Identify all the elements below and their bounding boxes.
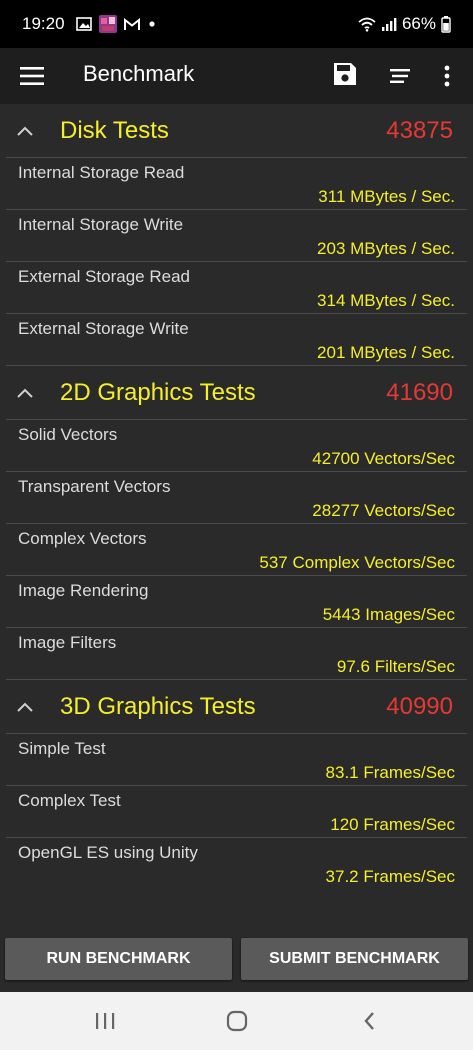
section-score: 43875 bbox=[386, 117, 453, 144]
result-row: Internal Storage Read 311 MBytes / Sec. bbox=[6, 158, 467, 210]
result-label: Solid Vectors bbox=[18, 425, 118, 444]
section-title: 2D Graphics Tests bbox=[60, 379, 256, 406]
result-value: 311 MBytes / Sec. bbox=[318, 187, 455, 206]
section-title: Disk Tests bbox=[60, 117, 169, 144]
result-value: 201 MBytes / Sec. bbox=[317, 343, 455, 362]
status-time: 19:20 bbox=[22, 14, 65, 33]
result-row: OpenGL ES using Unity 37.2 Frames/Sec bbox=[6, 838, 467, 890]
result-label: OpenGL ES using Unity bbox=[18, 843, 198, 862]
menu-icon[interactable] bbox=[20, 64, 44, 88]
system-nav-bar bbox=[0, 992, 473, 1050]
result-value: 42700 Vectors/Sec bbox=[312, 449, 455, 468]
signal-icon bbox=[381, 17, 397, 32]
wifi-icon bbox=[358, 17, 376, 32]
benchmark-results: Disk Tests 43875 Internal Storage Read 3… bbox=[0, 104, 473, 930]
result-value: 203 MBytes / Sec. bbox=[317, 239, 455, 258]
section-score: 40990 bbox=[386, 693, 453, 720]
section-title: 3D Graphics Tests bbox=[60, 693, 256, 720]
action-bar: RUN BENCHMARK SUBMIT BENCHMARK bbox=[0, 930, 473, 992]
battery-icon bbox=[441, 15, 451, 33]
result-row: Solid Vectors 42700 Vectors/Sec bbox=[6, 420, 467, 472]
result-row: Internal Storage Write 203 MBytes / Sec. bbox=[6, 210, 467, 262]
status-bar: 19:20 66% bbox=[0, 0, 473, 48]
chevron-up-icon[interactable] bbox=[16, 700, 34, 712]
result-row: Image Rendering 5443 Images/Sec bbox=[6, 576, 467, 628]
result-value: 97.6 Filters/Sec bbox=[336, 657, 455, 676]
section-header-disk-tests[interactable]: Disk Tests 43875 bbox=[6, 104, 467, 158]
result-label: Internal Storage Write bbox=[18, 215, 184, 234]
result-value: 120 Frames/Sec bbox=[330, 815, 455, 834]
app-thumbnail-icon bbox=[98, 15, 117, 33]
result-label: Internal Storage Read bbox=[18, 163, 185, 182]
recent-apps-icon[interactable] bbox=[94, 1011, 116, 1031]
sort-icon[interactable] bbox=[388, 64, 412, 88]
result-label: Complex Vectors bbox=[18, 529, 147, 548]
result-value: 37.2 Frames/Sec bbox=[325, 867, 455, 886]
result-label: External Storage Write bbox=[18, 319, 189, 338]
result-label: Image Filters bbox=[18, 633, 117, 652]
result-row: External Storage Read 314 MBytes / Sec. bbox=[6, 262, 467, 314]
run-benchmark-button[interactable]: RUN BENCHMARK bbox=[5, 938, 232, 980]
more-vert-icon[interactable] bbox=[437, 62, 457, 90]
result-label: Transparent Vectors bbox=[18, 477, 171, 496]
result-row: Transparent Vectors 28277 Vectors/Sec bbox=[6, 472, 467, 524]
app-bar: Benchmark bbox=[0, 48, 473, 104]
chevron-up-icon[interactable] bbox=[16, 124, 34, 136]
result-value: 83.1 Frames/Sec bbox=[325, 763, 455, 782]
result-label: Complex Test bbox=[18, 791, 121, 810]
battery-percent: 66% bbox=[401, 14, 436, 33]
result-label: Image Rendering bbox=[18, 581, 149, 600]
result-value: 28277 Vectors/Sec bbox=[312, 501, 455, 520]
save-icon[interactable] bbox=[332, 61, 358, 87]
result-row: Complex Vectors 537 Complex Vectors/Sec bbox=[6, 524, 467, 576]
result-value: 537 Complex Vectors/Sec bbox=[259, 553, 455, 572]
result-label: External Storage Read bbox=[18, 267, 190, 286]
gmail-icon bbox=[123, 17, 140, 31]
result-row: External Storage Write 201 MBytes / Sec. bbox=[6, 314, 467, 366]
app-title: Benchmark bbox=[83, 61, 195, 86]
section-header-3d-graphics-tests[interactable]: 3D Graphics Tests 40990 bbox=[6, 680, 467, 734]
gallery-icon bbox=[75, 17, 92, 31]
result-row: Complex Test 120 Frames/Sec bbox=[6, 786, 467, 838]
dot-icon bbox=[147, 19, 157, 29]
result-row: Image Filters 97.6 Filters/Sec bbox=[6, 628, 467, 680]
chevron-up-icon[interactable] bbox=[16, 386, 34, 398]
submit-benchmark-button[interactable]: SUBMIT BENCHMARK bbox=[241, 938, 468, 980]
section-score: 41690 bbox=[386, 379, 453, 406]
result-row: Simple Test 83.1 Frames/Sec bbox=[6, 734, 467, 786]
home-icon[interactable] bbox=[226, 1010, 248, 1032]
result-value: 314 MBytes / Sec. bbox=[317, 291, 455, 310]
back-icon[interactable] bbox=[362, 1010, 376, 1032]
section-header-2d-graphics-tests[interactable]: 2D Graphics Tests 41690 bbox=[6, 366, 467, 420]
result-value: 5443 Images/Sec bbox=[322, 605, 455, 624]
result-label: Simple Test bbox=[18, 739, 106, 758]
